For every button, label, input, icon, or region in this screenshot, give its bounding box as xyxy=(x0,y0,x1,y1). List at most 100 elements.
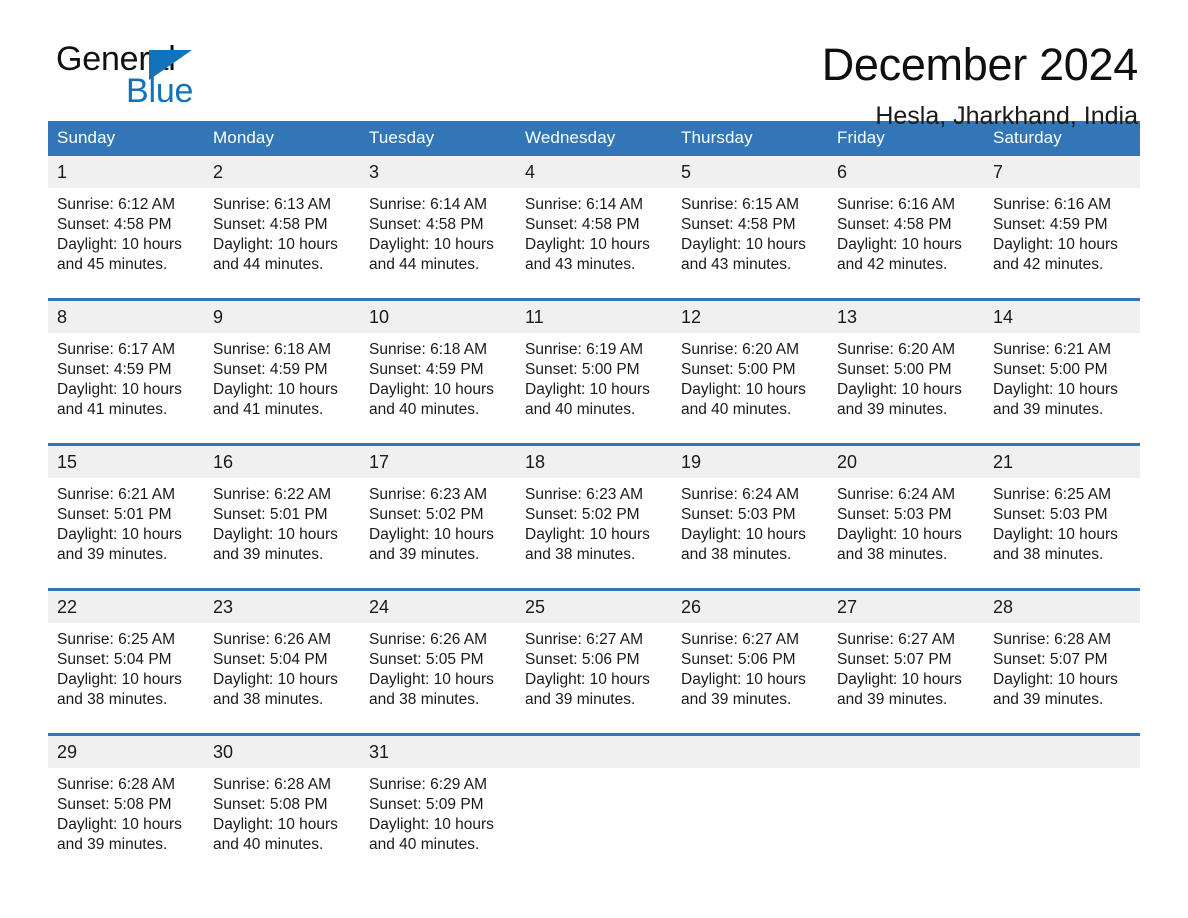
sunrise-text: Sunrise: 6:18 AM xyxy=(369,341,488,358)
day-number[interactable]: 26 xyxy=(672,588,828,623)
daylight-text-line2: and 39 minutes. xyxy=(57,546,168,563)
daylight-text-line1: Daylight: 10 hours xyxy=(525,236,650,253)
day-number[interactable]: 18 xyxy=(516,443,672,478)
day-number[interactable]: 23 xyxy=(204,588,360,623)
day-number[interactable]: 6 xyxy=(828,156,984,188)
daylight-text-line1: Daylight: 10 hours xyxy=(837,526,962,543)
day-cell[interactable]: Sunrise: 6:29 AM Sunset: 5:09 PM Dayligh… xyxy=(360,768,516,878)
daylight-text-line2: and 39 minutes. xyxy=(993,691,1104,708)
day-cell[interactable]: Sunrise: 6:25 AM Sunset: 5:04 PM Dayligh… xyxy=(48,623,204,735)
sunset-text: Sunset: 5:06 PM xyxy=(681,651,796,668)
day-cell[interactable]: Sunrise: 6:25 AM Sunset: 5:03 PM Dayligh… xyxy=(984,478,1140,590)
day-cell[interactable]: Sunrise: 6:14 AM Sunset: 4:58 PM Dayligh… xyxy=(516,188,672,300)
empty-day-cell xyxy=(516,768,672,878)
day-number[interactable]: 10 xyxy=(360,298,516,333)
day-cell[interactable]: Sunrise: 6:22 AM Sunset: 5:01 PM Dayligh… xyxy=(204,478,360,590)
day-number[interactable]: 24 xyxy=(360,588,516,623)
day-number[interactable]: 22 xyxy=(48,588,204,623)
day-number[interactable]: 4 xyxy=(516,156,672,188)
sunrise-text: Sunrise: 6:26 AM xyxy=(369,631,488,648)
day-number[interactable]: 8 xyxy=(48,298,204,333)
day-cell[interactable]: Sunrise: 6:26 AM Sunset: 5:04 PM Dayligh… xyxy=(204,623,360,735)
day-cell[interactable]: Sunrise: 6:16 AM Sunset: 4:58 PM Dayligh… xyxy=(828,188,984,300)
day-number[interactable]: 28 xyxy=(984,588,1140,623)
day-number[interactable]: 30 xyxy=(204,733,360,768)
day-cell[interactable]: Sunrise: 6:23 AM Sunset: 5:02 PM Dayligh… xyxy=(360,478,516,590)
day-number-row: 8 9 10 11 12 13 14 xyxy=(48,298,1140,333)
daylight-text-line1: Daylight: 10 hours xyxy=(681,671,806,688)
sunset-text: Sunset: 5:04 PM xyxy=(213,651,328,668)
daylight-text-line2: and 43 minutes. xyxy=(525,256,636,273)
sunset-text: Sunset: 5:04 PM xyxy=(57,651,172,668)
day-number[interactable]: 19 xyxy=(672,443,828,478)
day-cell[interactable]: Sunrise: 6:20 AM Sunset: 5:00 PM Dayligh… xyxy=(672,333,828,445)
day-cell[interactable]: Sunrise: 6:12 AM Sunset: 4:58 PM Dayligh… xyxy=(48,188,204,300)
day-cell[interactable]: Sunrise: 6:14 AM Sunset: 4:58 PM Dayligh… xyxy=(360,188,516,300)
day-cell[interactable]: Sunrise: 6:19 AM Sunset: 5:00 PM Dayligh… xyxy=(516,333,672,445)
day-cell[interactable]: Sunrise: 6:21 AM Sunset: 5:00 PM Dayligh… xyxy=(984,333,1140,445)
day-number[interactable]: 25 xyxy=(516,588,672,623)
day-number[interactable]: 9 xyxy=(204,298,360,333)
day-number[interactable]: 13 xyxy=(828,298,984,333)
day-cell[interactable]: Sunrise: 6:23 AM Sunset: 5:02 PM Dayligh… xyxy=(516,478,672,590)
day-number[interactable]: 16 xyxy=(204,443,360,478)
sunrise-text: Sunrise: 6:28 AM xyxy=(993,631,1112,648)
day-number[interactable]: 20 xyxy=(828,443,984,478)
day-cell[interactable]: Sunrise: 6:17 AM Sunset: 4:59 PM Dayligh… xyxy=(48,333,204,445)
daylight-text-line2: and 38 minutes. xyxy=(369,691,480,708)
day-number[interactable]: 21 xyxy=(984,443,1140,478)
sunrise-text: Sunrise: 6:28 AM xyxy=(57,776,176,793)
day-number-row: 15 16 17 18 19 20 21 xyxy=(48,443,1140,478)
sunrise-text: Sunrise: 6:23 AM xyxy=(369,486,488,503)
day-number[interactable]: 14 xyxy=(984,298,1140,333)
sunset-text: Sunset: 5:00 PM xyxy=(681,361,796,378)
sunset-text: Sunset: 5:02 PM xyxy=(525,506,640,523)
sunset-text: Sunset: 5:08 PM xyxy=(57,796,172,813)
day-cell[interactable]: Sunrise: 6:20 AM Sunset: 5:00 PM Dayligh… xyxy=(828,333,984,445)
sunrise-text: Sunrise: 6:16 AM xyxy=(993,196,1112,213)
daylight-text-line1: Daylight: 10 hours xyxy=(57,381,182,398)
day-cell[interactable]: Sunrise: 6:18 AM Sunset: 4:59 PM Dayligh… xyxy=(360,333,516,445)
empty-day-number xyxy=(984,733,1140,768)
day-cell[interactable]: Sunrise: 6:18 AM Sunset: 4:59 PM Dayligh… xyxy=(204,333,360,445)
daylight-text-line2: and 38 minutes. xyxy=(213,691,324,708)
day-number[interactable]: 11 xyxy=(516,298,672,333)
day-cell[interactable]: Sunrise: 6:27 AM Sunset: 5:06 PM Dayligh… xyxy=(672,623,828,735)
day-number[interactable]: 15 xyxy=(48,443,204,478)
calendar-body: 1 2 3 4 5 6 7 Sunrise: 6:12 AM Sunset: 4… xyxy=(48,156,1140,878)
day-number[interactable]: 17 xyxy=(360,443,516,478)
day-number[interactable]: 29 xyxy=(48,733,204,768)
day-number[interactable]: 31 xyxy=(360,733,516,768)
day-cell[interactable]: Sunrise: 6:28 AM Sunset: 5:08 PM Dayligh… xyxy=(204,768,360,878)
sunrise-text: Sunrise: 6:20 AM xyxy=(681,341,800,358)
day-cell[interactable]: Sunrise: 6:16 AM Sunset: 4:59 PM Dayligh… xyxy=(984,188,1140,300)
day-cell[interactable]: Sunrise: 6:28 AM Sunset: 5:08 PM Dayligh… xyxy=(48,768,204,878)
empty-day-number xyxy=(516,733,672,768)
day-cell[interactable]: Sunrise: 6:28 AM Sunset: 5:07 PM Dayligh… xyxy=(984,623,1140,735)
daylight-text-line2: and 41 minutes. xyxy=(213,401,324,418)
generalblue-logo[interactable]: General Blue xyxy=(48,42,248,108)
daylight-text-line2: and 45 minutes. xyxy=(57,256,168,273)
daylight-text-line1: Daylight: 10 hours xyxy=(369,236,494,253)
day-cell[interactable]: Sunrise: 6:24 AM Sunset: 5:03 PM Dayligh… xyxy=(828,478,984,590)
day-number[interactable]: 2 xyxy=(204,156,360,188)
day-number[interactable]: 5 xyxy=(672,156,828,188)
day-cell[interactable]: Sunrise: 6:26 AM Sunset: 5:05 PM Dayligh… xyxy=(360,623,516,735)
daylight-text-line1: Daylight: 10 hours xyxy=(525,381,650,398)
day-cell[interactable]: Sunrise: 6:15 AM Sunset: 4:58 PM Dayligh… xyxy=(672,188,828,300)
day-cell[interactable]: Sunrise: 6:27 AM Sunset: 5:06 PM Dayligh… xyxy=(516,623,672,735)
day-number[interactable]: 7 xyxy=(984,156,1140,188)
sunset-text: Sunset: 5:07 PM xyxy=(837,651,952,668)
sunset-text: Sunset: 5:06 PM xyxy=(525,651,640,668)
daylight-text-line1: Daylight: 10 hours xyxy=(525,526,650,543)
day-number[interactable]: 12 xyxy=(672,298,828,333)
day-number[interactable]: 27 xyxy=(828,588,984,623)
day-cell[interactable]: Sunrise: 6:24 AM Sunset: 5:03 PM Dayligh… xyxy=(672,478,828,590)
day-cell[interactable]: Sunrise: 6:21 AM Sunset: 5:01 PM Dayligh… xyxy=(48,478,204,590)
sunset-text: Sunset: 5:00 PM xyxy=(837,361,952,378)
day-cell[interactable]: Sunrise: 6:27 AM Sunset: 5:07 PM Dayligh… xyxy=(828,623,984,735)
day-cell[interactable]: Sunrise: 6:13 AM Sunset: 4:58 PM Dayligh… xyxy=(204,188,360,300)
day-number[interactable]: 3 xyxy=(360,156,516,188)
day-number[interactable]: 1 xyxy=(48,156,204,188)
daylight-text-line1: Daylight: 10 hours xyxy=(993,381,1118,398)
